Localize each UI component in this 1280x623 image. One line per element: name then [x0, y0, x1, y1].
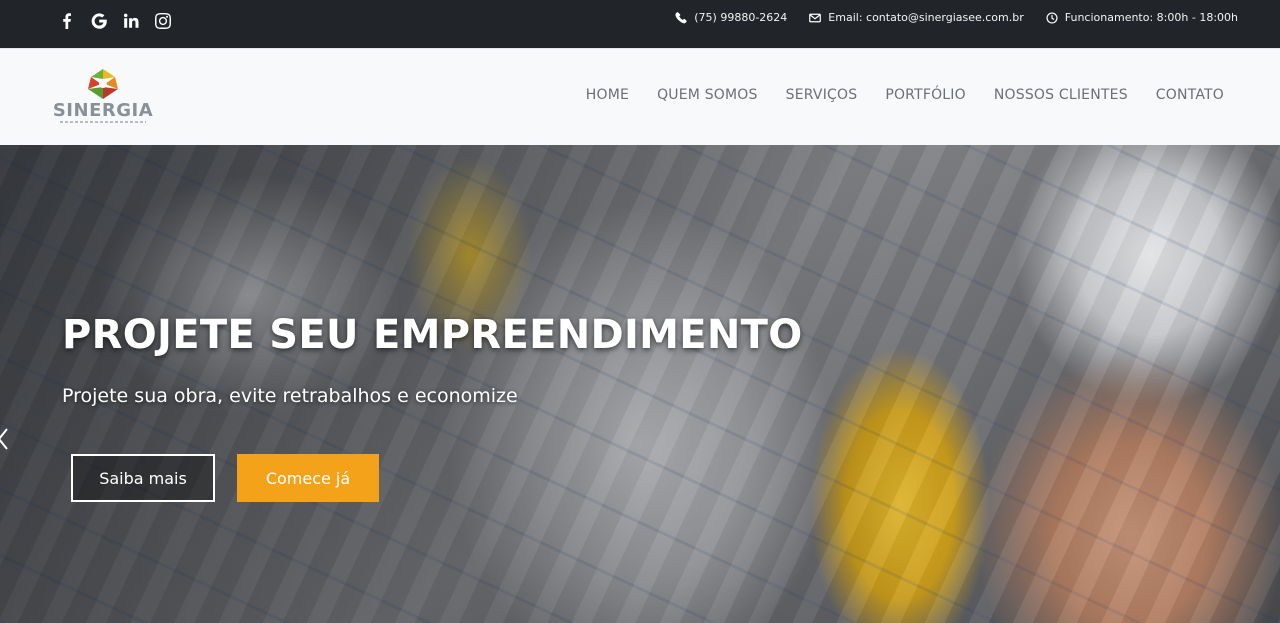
- nav-portfolio[interactable]: PORTFÓLIO: [885, 87, 966, 103]
- hero-title: PROJETE SEU EMPREENDIMENTO: [62, 312, 803, 358]
- logo-mark-icon: [88, 69, 118, 99]
- carousel-prev-arrow-icon[interactable]: [0, 427, 10, 451]
- saiba-mais-button[interactable]: Saiba mais: [71, 454, 215, 502]
- linkedin-icon[interactable]: [122, 12, 140, 30]
- social-links: [58, 12, 172, 30]
- nav-home[interactable]: HOME: [586, 87, 629, 103]
- facebook-icon[interactable]: [58, 12, 76, 30]
- google-icon[interactable]: [90, 12, 108, 30]
- phone-text: (75) 99880-2624: [694, 11, 788, 24]
- top-bar: (75) 99880-2624 Email: contato@sinergias…: [0, 0, 1280, 48]
- logo[interactable]: SINERGIA: [52, 67, 154, 127]
- clock-icon: [1046, 11, 1058, 24]
- nav-nossos-clientes[interactable]: NOSSOS CLIENTES: [994, 87, 1128, 103]
- logo-text: SINERGIA: [52, 100, 154, 121]
- hero-subtitle: Projete sua obra, evite retrabalhos e ec…: [62, 385, 518, 407]
- email-contact[interactable]: Email: contato@sinergiasee.com.br: [809, 11, 1024, 24]
- comece-ja-button[interactable]: Comece já: [237, 454, 379, 502]
- contact-info: (75) 99880-2624 Email: contato@sinergias…: [675, 11, 1238, 24]
- nav-servicos[interactable]: SERVIÇOS: [786, 87, 858, 103]
- nav-quem-somos[interactable]: QUEM SOMOS: [657, 87, 758, 103]
- hours-info: Funcionamento: 8:00h - 18:00h: [1046, 11, 1238, 24]
- nav-contato[interactable]: CONTATO: [1156, 87, 1224, 103]
- hours-text: Funcionamento: 8:00h - 18:00h: [1064, 11, 1238, 24]
- phone-contact[interactable]: (75) 99880-2624: [675, 11, 787, 24]
- phone-icon: [675, 11, 687, 23]
- email-text: Email: contato@sinergiasee.com.br: [828, 11, 1024, 24]
- site-header: SINERGIA HOME QUEM SOMOS SERVIÇOS PORTFÓ…: [0, 48, 1280, 145]
- envelope-icon: [809, 13, 822, 22]
- logo-tagline-line: [60, 121, 146, 123]
- instagram-icon[interactable]: [154, 12, 172, 30]
- hero-banner: PROJETE SEU EMPREENDIMENTO Projete sua o…: [0, 145, 1280, 623]
- main-nav: HOME QUEM SOMOS SERVIÇOS PORTFÓLIO NOSSO…: [586, 87, 1224, 103]
